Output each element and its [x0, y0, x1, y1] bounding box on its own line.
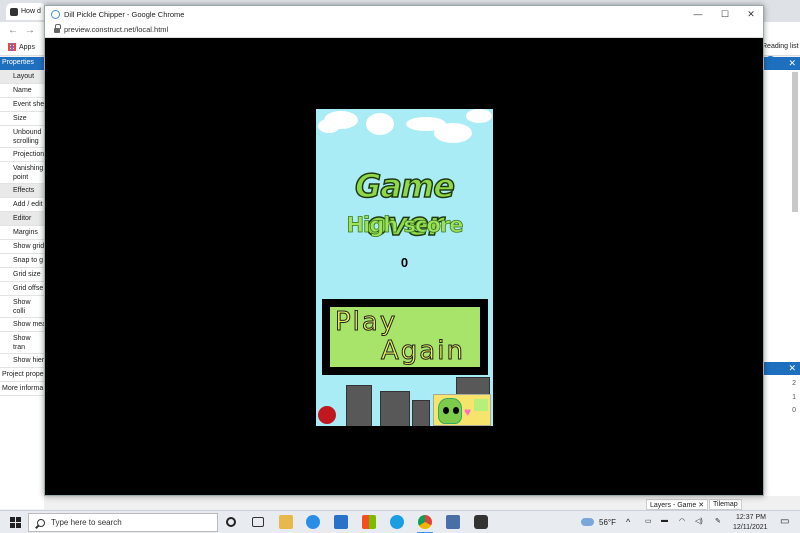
property-section-header[interactable]: Editor	[0, 212, 44, 226]
tray-icon[interactable]: ▭	[645, 517, 652, 525]
apps-bookmark[interactable]: Apps	[8, 43, 35, 51]
property-row[interactable]: Size	[0, 112, 44, 126]
card-stripe	[474, 399, 488, 411]
popup-title-bar: Dill Pickle Chipper - Google Chrome — ☐ …	[45, 6, 763, 22]
highscore-label: High score	[346, 213, 464, 238]
search-icon	[37, 518, 45, 527]
property-row[interactable]: Event she	[0, 98, 44, 112]
game-canvas[interactable]: Game over High score 0 Play Again ♥	[316, 109, 493, 426]
weather-cloud-icon[interactable]	[581, 518, 594, 526]
property-row[interactable]: Margins	[0, 226, 44, 240]
chrome-icon[interactable]	[418, 515, 432, 529]
wifi-icon[interactable]: ◠	[679, 517, 685, 525]
cloud	[434, 123, 472, 143]
property-row[interactable]: Show hier	[0, 354, 44, 368]
property-row[interactable]: Projection	[0, 148, 44, 162]
right-panel-close-icon[interactable]: ✕	[764, 57, 800, 70]
tray-chevron-icon[interactable]: ^	[626, 517, 630, 527]
task-view-icon[interactable]	[252, 517, 264, 527]
clock-time[interactable]: 12:37 PM	[736, 514, 766, 521]
clock-date[interactable]: 12/11/2021	[733, 524, 768, 531]
file-explorer-icon[interactable]	[279, 515, 293, 529]
property-row[interactable]: Project prope	[0, 368, 44, 382]
heart-icon: ♥	[464, 405, 472, 419]
popup-url: preview.construct.net/local.html	[64, 25, 169, 34]
cloud	[366, 113, 394, 135]
properties-list: Layout Name Event she Size Unbound scrolling…	[0, 70, 44, 396]
tab-layers[interactable]: Layers - Game ✕	[646, 499, 709, 510]
background-tab-title: How d	[21, 8, 41, 15]
layer-index: 2	[792, 380, 796, 387]
back-arrow-icon[interactable]: ←	[8, 25, 18, 36]
property-row[interactable]: Unbound scrolling	[0, 126, 44, 148]
tab-favicon-icon	[10, 7, 18, 16]
close-icon[interactable]: ✕	[738, 6, 764, 22]
edge-icon[interactable]	[306, 515, 320, 529]
property-row[interactable]: Show grid	[0, 240, 44, 254]
tab-layers-label: Layers - Game	[650, 502, 697, 509]
pickle-character-card: ♥	[433, 394, 491, 426]
property-row[interactable]: Vanishing point	[0, 162, 44, 184]
app-icon[interactable]	[474, 515, 488, 529]
play-again-label-line2: Again	[381, 336, 465, 367]
app-icon[interactable]	[446, 515, 460, 529]
property-section-header[interactable]: Layout	[0, 70, 44, 84]
windows-start-icon[interactable]	[10, 517, 21, 528]
windows-taskbar: Type here to search 56°F ^ ▭ ▬ ◠ ◁) ✎ 12…	[0, 510, 800, 533]
play-again-button[interactable]: Play Again	[322, 299, 488, 375]
layers-panel-close-icon[interactable]: ✕	[764, 362, 800, 375]
cortana-icon[interactable]	[226, 517, 236, 527]
property-row[interactable]: Name	[0, 84, 44, 98]
forward-arrow-icon[interactable]: →	[25, 25, 35, 36]
city-building	[380, 391, 410, 426]
popup-url-bar[interactable]: preview.construct.net/local.html	[45, 22, 763, 38]
highscore-value: 0	[400, 255, 409, 270]
apps-grid-icon	[8, 43, 16, 51]
volume-icon[interactable]: ◁)	[695, 517, 703, 525]
property-row[interactable]: Show tran inactive la	[0, 332, 44, 354]
property-row[interactable]: Add / edit	[0, 198, 44, 212]
taskbar-search-box[interactable]: Type here to search	[28, 513, 218, 532]
property-row[interactable]: More informa	[0, 382, 44, 396]
properties-panel-title: Properties	[0, 57, 44, 70]
cloud	[318, 119, 340, 133]
layer-index: 0	[792, 407, 796, 414]
notification-icon[interactable]: ▭	[780, 516, 789, 527]
weather-temp[interactable]: 56°F	[599, 518, 616, 527]
pen-icon[interactable]: ✎	[715, 517, 721, 525]
taskbar-search-placeholder: Type here to search	[51, 518, 122, 527]
maximize-icon[interactable]: ☐	[712, 6, 738, 22]
city-building	[412, 400, 430, 426]
pickle-eye	[443, 407, 449, 414]
red-ball	[318, 406, 336, 424]
store-icon[interactable]	[362, 515, 376, 529]
tab-tilemap[interactable]: Tilemap	[709, 499, 742, 510]
layer-index: 1	[792, 394, 796, 401]
lock-icon	[54, 24, 61, 33]
background-tab[interactable]: How d	[6, 3, 46, 20]
property-row[interactable]: Grid size	[0, 268, 44, 282]
popup-favicon-icon	[51, 9, 60, 19]
pickle-eye	[453, 407, 459, 414]
cloud	[466, 109, 492, 123]
properties-panel: Properties Layout Name Event she Size Unboun…	[0, 57, 44, 509]
edge-browser-icon[interactable]	[390, 515, 404, 529]
page-scrollbar[interactable]	[792, 72, 798, 212]
pickle-character-icon	[438, 398, 462, 424]
play-again-label-line1: Play	[334, 307, 398, 338]
popup-window-title: Dill Pickle Chipper - Google Chrome	[64, 9, 185, 19]
apps-label: Apps	[19, 43, 35, 51]
property-section-header[interactable]: Effects	[0, 184, 44, 198]
city-building	[346, 385, 372, 426]
battery-icon[interactable]: ▬	[661, 517, 668, 524]
property-row[interactable]: Show colli polygons	[0, 296, 44, 318]
property-row[interactable]: Snap to g	[0, 254, 44, 268]
mail-icon[interactable]	[334, 515, 348, 529]
property-row[interactable]: Show mea	[0, 318, 44, 332]
reading-list-button[interactable]: Reading list	[762, 43, 799, 50]
property-row[interactable]: Grid offse	[0, 282, 44, 296]
minimize-icon[interactable]: —	[685, 6, 711, 22]
